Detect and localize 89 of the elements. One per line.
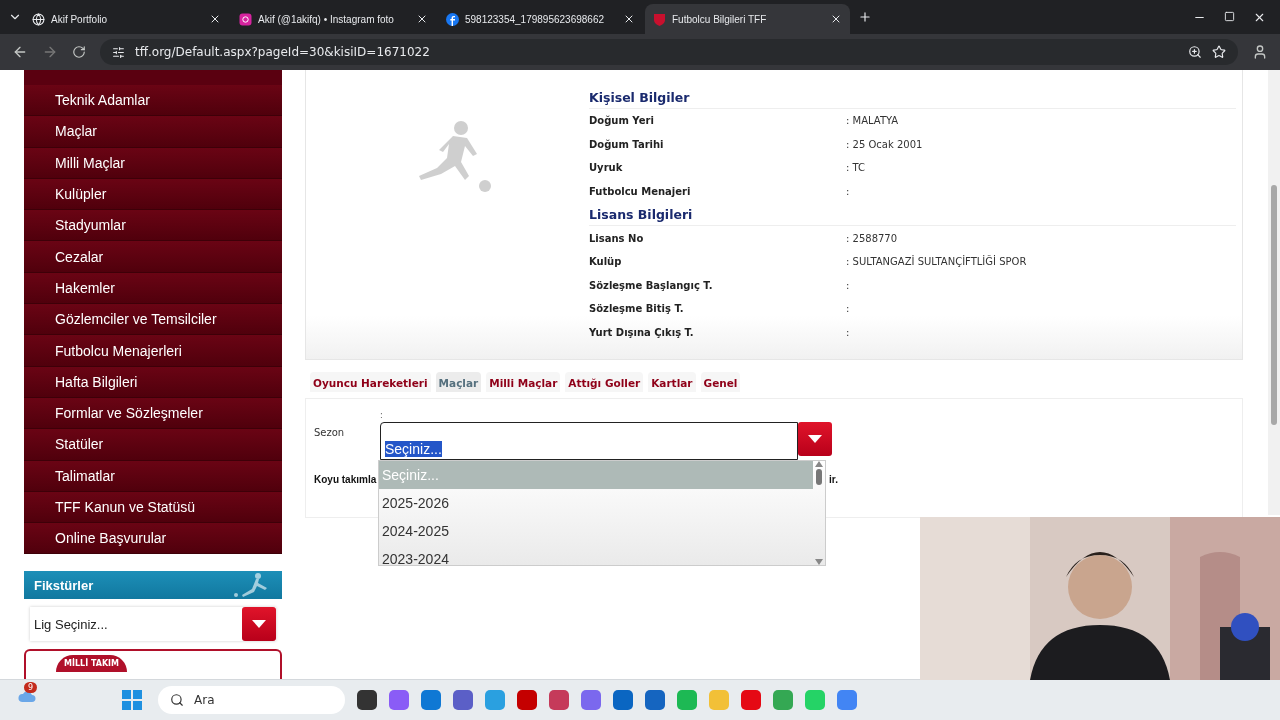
field-label: Doğum Tarihi bbox=[589, 138, 665, 150]
field-value: : bbox=[846, 279, 850, 291]
note-text: ir. bbox=[829, 474, 838, 485]
close-icon[interactable] bbox=[416, 13, 428, 25]
windows-start-icon[interactable] bbox=[122, 690, 142, 710]
sidebar-item[interactable]: Hafta Bilgileri bbox=[24, 366, 282, 398]
sidebar-item[interactable]: Maçlar bbox=[24, 116, 282, 148]
app-icon[interactable] bbox=[517, 690, 537, 710]
league-select[interactable]: Lig Seçiniz... bbox=[30, 607, 276, 642]
field-label: Doğum Yeri bbox=[589, 115, 655, 127]
field-value: : SULTANGAZİ SULTANÇİFTLİĞİ SPOR bbox=[846, 256, 1027, 268]
field-label: Sözleşme Başlangıç T. bbox=[589, 279, 714, 291]
note-text: Koyu takımla bbox=[314, 474, 377, 485]
close-icon[interactable] bbox=[830, 13, 842, 25]
tab[interactable]: Milli Maçlar bbox=[486, 372, 561, 392]
sidebar-item[interactable]: Cezalar bbox=[24, 241, 282, 273]
dropdown-option[interactable]: 2023-2024 bbox=[379, 545, 813, 565]
caret-icon bbox=[252, 620, 266, 629]
page-scrollbar[interactable] bbox=[1268, 70, 1280, 515]
scroll-up-icon[interactable] bbox=[815, 461, 823, 467]
scroll-down-icon[interactable] bbox=[815, 559, 823, 565]
letter-f-icon bbox=[446, 12, 459, 26]
fixtures-title: Fikstürler bbox=[34, 577, 94, 593]
sidebar-item[interactable]: TFF Kanun ve Statüsü bbox=[24, 491, 282, 524]
sidebar-item[interactable]: Milli Maçlar bbox=[24, 147, 282, 179]
zoom-icon[interactable] bbox=[1188, 45, 1202, 59]
caret-icon bbox=[808, 435, 822, 443]
scrollbar-thumb[interactable] bbox=[1271, 185, 1277, 425]
site-settings-icon[interactable] bbox=[112, 45, 125, 59]
colon: : bbox=[380, 411, 384, 420]
close-icon[interactable] bbox=[209, 13, 221, 25]
browser-tab[interactable]: Futbolcu Bilgileri TFF bbox=[645, 4, 850, 34]
camera-icon bbox=[239, 12, 252, 26]
new-tab-icon[interactable] bbox=[858, 10, 872, 24]
back-icon[interactable] bbox=[12, 44, 28, 60]
field-label: Kulüp bbox=[589, 256, 623, 268]
section-title: Lisans Bilgileri bbox=[589, 203, 1236, 227]
sidebar-item[interactable]: Talimatlar bbox=[24, 460, 282, 492]
close-icon[interactable] bbox=[623, 13, 635, 25]
field-value: : bbox=[846, 327, 850, 339]
field-label: Uyruk bbox=[589, 162, 624, 174]
address-field[interactable]: tff.org/Default.aspx?pageId=30&kisiID=1671022 bbox=[100, 39, 1238, 65]
sidebar-item[interactable]: Teknik Adamlar bbox=[24, 85, 282, 117]
tab[interactable]: Kartlar bbox=[648, 372, 696, 392]
field-value: : bbox=[846, 303, 850, 315]
dropdown-option[interactable]: 2024-2025 bbox=[379, 517, 813, 545]
notification-badge: 9 bbox=[24, 682, 38, 693]
tab[interactable]: Genel bbox=[700, 372, 741, 392]
field-value: : bbox=[846, 186, 850, 198]
taskbar-search[interactable]: Ara bbox=[158, 686, 345, 714]
sidebar-item[interactable]: Statüler bbox=[24, 429, 282, 461]
sidebar-item[interactable]: Stadyumlar bbox=[24, 210, 282, 242]
field-value: : MALATYA bbox=[846, 115, 899, 127]
app-icon[interactable] bbox=[453, 690, 473, 710]
field-label: Futbolcu Menajeri bbox=[589, 186, 692, 198]
globe-icon bbox=[32, 12, 45, 26]
sidebar-item[interactable]: Formlar ve Sözleşmeler bbox=[24, 397, 282, 430]
browser-tab[interactable]: Akif (@1akifq) • Instagram foto bbox=[231, 4, 436, 34]
sidebar-item[interactable]: Futbolcu Menajerleri bbox=[24, 335, 282, 367]
field-value: : TC bbox=[846, 162, 866, 174]
tab[interactable]: Oyuncu Hareketleri bbox=[310, 372, 431, 392]
browser-tab[interactable]: Akif Portfolio bbox=[24, 4, 229, 34]
season-label: Sezon bbox=[314, 426, 346, 440]
field-label: Yurt Dışına Çıkış T. bbox=[589, 327, 695, 339]
sidebar-item[interactable]: Kulüpler bbox=[24, 178, 282, 211]
browser-tab[interactable]: 598123354_179895623698662 bbox=[438, 4, 643, 34]
reload-icon[interactable] bbox=[72, 45, 86, 59]
sidebar-item[interactable]: Online Başvurular bbox=[24, 523, 282, 555]
scrollbar-thumb[interactable] bbox=[816, 469, 822, 485]
bookmark-icon[interactable] bbox=[1212, 45, 1226, 59]
sidebar-item[interactable]: Hakemler bbox=[24, 272, 282, 305]
maximize-icon[interactable] bbox=[1224, 10, 1235, 22]
app-icon[interactable] bbox=[613, 690, 633, 710]
field-value: : 25 Ocak 2001 bbox=[846, 138, 923, 150]
app-icon[interactable] bbox=[645, 690, 665, 710]
field-label: Lisans No bbox=[589, 232, 645, 244]
forward-icon[interactable] bbox=[42, 44, 58, 60]
section-title: Kişisel Bilgiler bbox=[589, 86, 1236, 109]
dropdown-option[interactable]: 2025-2026 bbox=[379, 489, 813, 517]
field-value: : 2588770 bbox=[846, 232, 898, 244]
sidebar-item[interactable]: Gözlemciler ve Temsilciler bbox=[24, 304, 282, 336]
app-icon[interactable] bbox=[357, 690, 377, 710]
search-icon bbox=[170, 693, 184, 707]
profile-icon[interactable] bbox=[1252, 44, 1268, 60]
shield-icon bbox=[653, 12, 666, 26]
badge-label: MİLLİ TAKIM bbox=[56, 655, 128, 673]
field-label: Sözleşme Bitiş T. bbox=[589, 303, 685, 315]
tab[interactable]: Attığı Goller bbox=[565, 372, 644, 392]
tab[interactable]: Maçlar bbox=[435, 372, 482, 392]
